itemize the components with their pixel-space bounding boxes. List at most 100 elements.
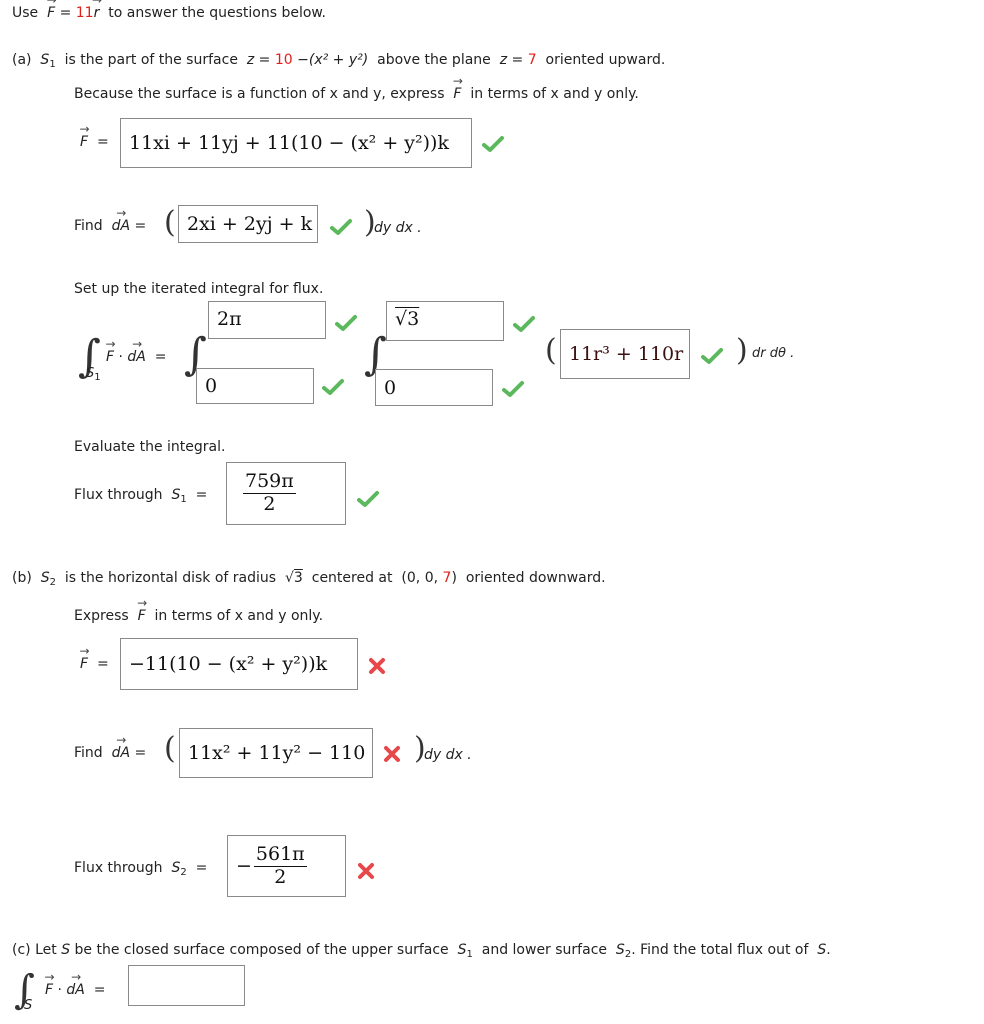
correct-check-icon xyxy=(335,314,357,332)
vector-r: r xyxy=(94,5,100,21)
total-flux-input[interactable] xyxy=(128,965,245,1006)
inner-lower-input[interactable]: 0 xyxy=(375,369,493,406)
open-paren: ( xyxy=(545,333,557,368)
open-paren: ( xyxy=(164,731,176,766)
flux-s1-input[interactable]: 759π 2 xyxy=(226,462,346,525)
center: ) xyxy=(451,570,457,586)
integral-subscript: S1 xyxy=(86,366,101,383)
find-dA-label: Find dA = xyxy=(74,745,146,761)
incorrect-x-icon xyxy=(368,657,386,675)
vector-F: F xyxy=(47,5,55,21)
denominator: 2 xyxy=(274,865,287,888)
correct-check-icon xyxy=(330,218,352,236)
correct-check-icon xyxy=(502,380,524,398)
inner-upper-input[interactable]: √3 xyxy=(386,301,504,341)
evaluate-instruction: Evaluate the integral. xyxy=(74,439,226,455)
center: (0, 0, xyxy=(401,570,439,586)
integrand-input[interactable]: 11r³ + 110r xyxy=(560,329,690,379)
denominator: 2 xyxy=(263,493,276,515)
radius-value: 3 xyxy=(293,570,303,586)
F-answer-input[interactable]: 11xi + 11yj + 11(10 − (x² + y²))k xyxy=(120,118,472,168)
part-a-header: (a) S1 is the part of the surface z = 10… xyxy=(12,52,666,70)
subscript: 1 xyxy=(466,949,473,960)
part-c-header: (c) Let S be the closed surface composed… xyxy=(12,942,831,960)
incorrect-x-icon xyxy=(357,862,375,880)
text: above the plane xyxy=(377,52,491,68)
correct-check-icon xyxy=(701,347,723,365)
part-label: (a) xyxy=(12,52,32,68)
value-ten: 10 xyxy=(274,52,293,68)
outer-lower-input[interactable]: 0 xyxy=(196,368,314,404)
surface-name: S xyxy=(817,942,827,958)
vector-F: F xyxy=(453,86,461,102)
setup-instruction: Set up the iterated integral for flux. xyxy=(74,281,324,297)
text: . xyxy=(826,942,831,958)
text: in terms of x and y only. xyxy=(470,86,639,102)
flux-s2-fraction: 561π 2 xyxy=(253,842,307,888)
surface-name: S xyxy=(40,570,50,586)
dy-dx: dy dx . xyxy=(374,220,422,236)
correct-check-icon xyxy=(357,490,379,508)
flux-s2-input[interactable]: − 561π 2 xyxy=(227,835,346,897)
part-label: (b) xyxy=(12,570,32,586)
expression: −(x² + y²) xyxy=(297,52,369,68)
text: be the closed surface composed of the up… xyxy=(74,942,449,958)
close-paren: ) xyxy=(736,333,748,368)
surface-name: S xyxy=(615,942,625,958)
part-b-instruction: Express F in terms of x and y only. xyxy=(74,608,323,624)
correct-check-icon xyxy=(513,315,535,333)
numerator: 561π xyxy=(253,842,307,867)
outer-upper-value: 2π xyxy=(217,308,242,330)
text: is the horizontal disk of radius xyxy=(64,570,277,586)
integral-subscript: S xyxy=(24,998,33,1013)
dA-answer-input[interactable]: 2xi + 2yj + k xyxy=(178,205,318,243)
minus-sign: − xyxy=(236,855,252,877)
open-paren: ( xyxy=(164,205,176,240)
surface-name: S xyxy=(40,52,50,68)
equals: = xyxy=(59,5,72,21)
integrand-value: 11r³ + 110r xyxy=(569,343,684,365)
intro-suffix: to answer the questions below. xyxy=(108,5,327,21)
inner-upper-value: √3 xyxy=(395,308,420,330)
text: . Find the total flux out of xyxy=(631,942,809,958)
flux-s1-fraction: 759π 2 xyxy=(243,471,296,515)
find-dA-label: Find dA = xyxy=(74,218,146,234)
subscript: 1 xyxy=(49,59,56,70)
correct-check-icon xyxy=(482,135,504,153)
text: is the part of the surface xyxy=(64,52,238,68)
F-label: F = xyxy=(80,656,109,672)
subscript: 2 xyxy=(49,577,56,588)
text: Express xyxy=(74,608,129,624)
F-dot-dA: F · dA = xyxy=(45,982,106,998)
dA-answer-value: 11x² + 11y² − 110 xyxy=(188,742,366,764)
correct-check-icon xyxy=(322,378,344,396)
text: Flux through xyxy=(74,860,163,876)
coefficient: 11 xyxy=(75,5,94,21)
vector-dA: dA xyxy=(112,218,130,234)
dy-dx: dy dx . xyxy=(424,747,472,763)
F-dot-dA: F · dA = xyxy=(106,349,167,365)
text: Let xyxy=(35,942,57,958)
F-answer-value: 11xi + 11yj + 11(10 − (x² + y²))k xyxy=(129,132,449,154)
intro-prefix: Use xyxy=(12,5,39,21)
text: oriented upward. xyxy=(545,52,666,68)
text: in terms of x and y only. xyxy=(154,608,324,624)
part-label: (c) xyxy=(12,942,31,958)
dr-dtheta: dr dθ . xyxy=(752,346,795,361)
surface-name: S xyxy=(61,942,71,958)
text: Because the surface is a function of x a… xyxy=(74,86,445,102)
outer-upper-input[interactable]: 2π xyxy=(208,301,326,339)
F-label: F = xyxy=(80,134,109,150)
F-answer-input-b[interactable]: −11(10 − (x² + y²))k xyxy=(120,638,358,690)
inner-lower-value: 0 xyxy=(384,376,397,399)
dA-answer-input-b[interactable]: 11x² + 11y² − 110 xyxy=(179,728,373,778)
text: Flux through xyxy=(74,487,163,503)
text: oriented downward. xyxy=(465,570,606,586)
flux-s2-label: Flux through S2 = xyxy=(74,860,208,878)
text: centered at xyxy=(311,570,393,586)
dA-answer-value: 2xi + 2yj + k xyxy=(187,213,313,235)
part-a-instruction: Because the surface is a function of x a… xyxy=(74,86,639,102)
F-answer-value: −11(10 − (x² + y²))k xyxy=(129,653,328,675)
part-b-header: (b) S2 is the horizontal disk of radius … xyxy=(12,570,606,588)
text: and lower surface xyxy=(481,942,608,958)
